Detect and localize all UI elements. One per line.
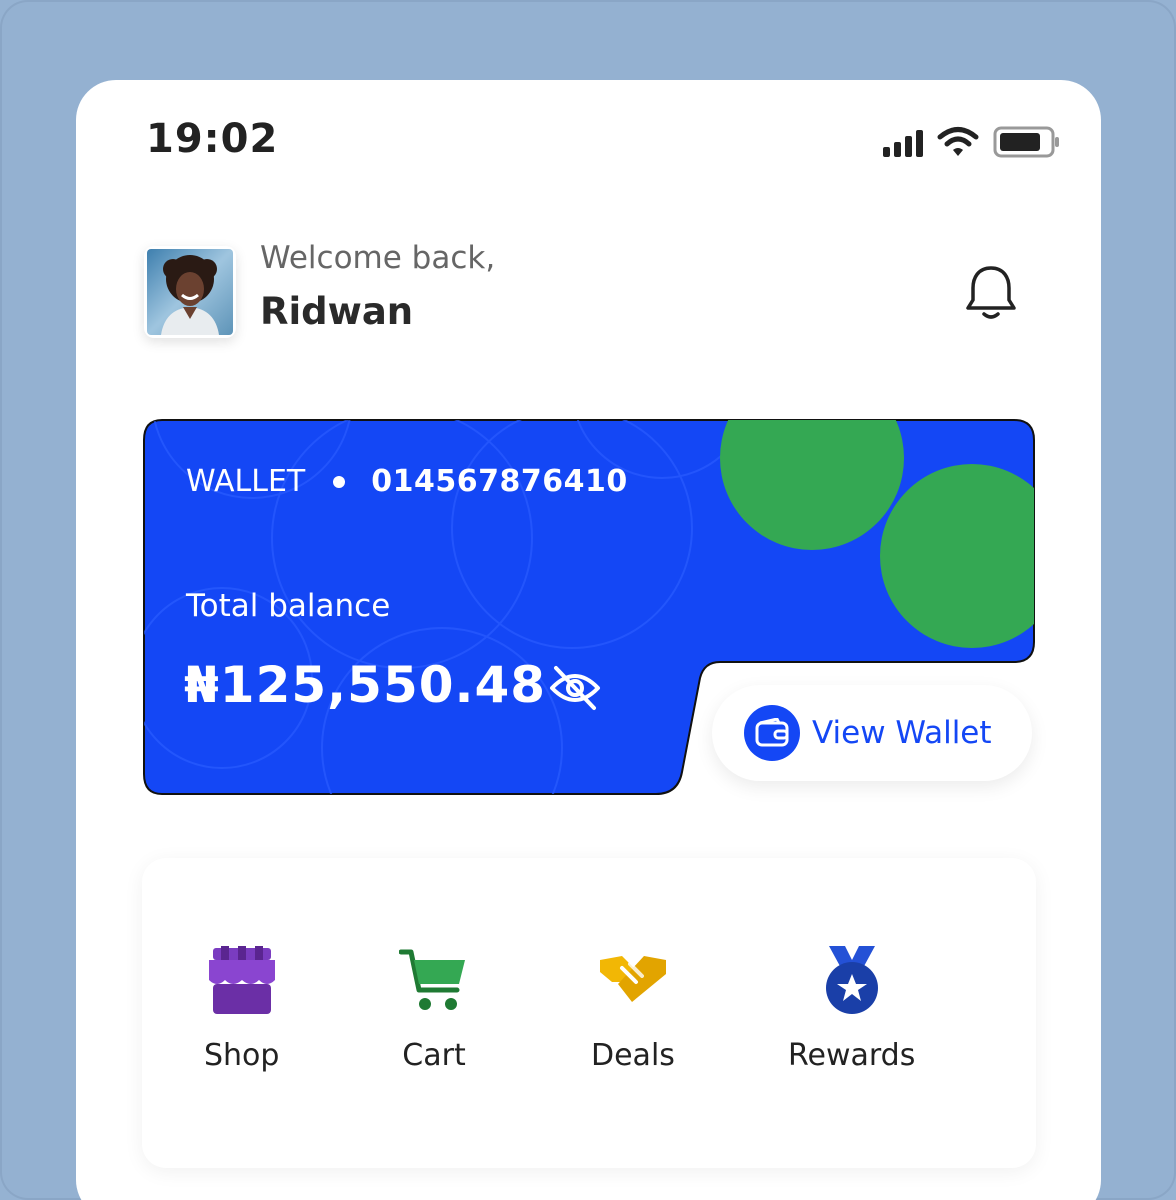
cart-icon [399,949,465,1010]
battery-icon [993,126,1059,158]
quick-action-label: Deals [591,1038,675,1073]
hide-balance-eye-off-icon[interactable] [548,664,602,712]
notification-bell-icon[interactable] [964,264,1018,324]
avatar-photo [147,249,233,335]
avatar[interactable] [144,246,236,338]
shop-icon [208,946,275,1014]
separator-dot [333,475,346,488]
medal-icon [825,946,878,1014]
wallet-account-line: WALLET 014567876410 [186,464,628,499]
wallet-icon [744,705,800,761]
welcome-text: Welcome back, [260,240,496,276]
quick-action-rewards[interactable]: Rewards [788,946,915,1073]
balance-amount: ₦125,550.48 [184,656,547,714]
handshake-icon [599,956,666,1002]
cellular-signal-icon [883,127,923,157]
total-balance-label: Total balance [186,588,391,624]
view-wallet-button[interactable]: View Wallet [712,685,1032,781]
quick-action-label: Rewards [788,1038,916,1073]
user-name: Ridwan [260,290,414,333]
wallet-label: WALLET [186,464,306,499]
account-number: 014567876410 [371,464,628,499]
view-wallet-label: View Wallet [812,715,992,751]
wifi-icon [937,127,979,156]
quick-action-shop[interactable]: Shop [204,946,279,1073]
status-icons [883,124,1061,160]
quick-action-label: Cart [402,1038,466,1073]
quick-action-label: Shop [204,1038,280,1073]
status-time: 19:02 [146,116,279,162]
quick-actions-panel: Shop Cart Deals Rewards [142,858,1036,1168]
phone-screen: 19:02 Welcome back, Ridwan WALLET 014567… [76,80,1101,1200]
quick-action-cart[interactable]: Cart [399,946,469,1073]
quick-action-deals[interactable]: Deals [591,946,675,1073]
